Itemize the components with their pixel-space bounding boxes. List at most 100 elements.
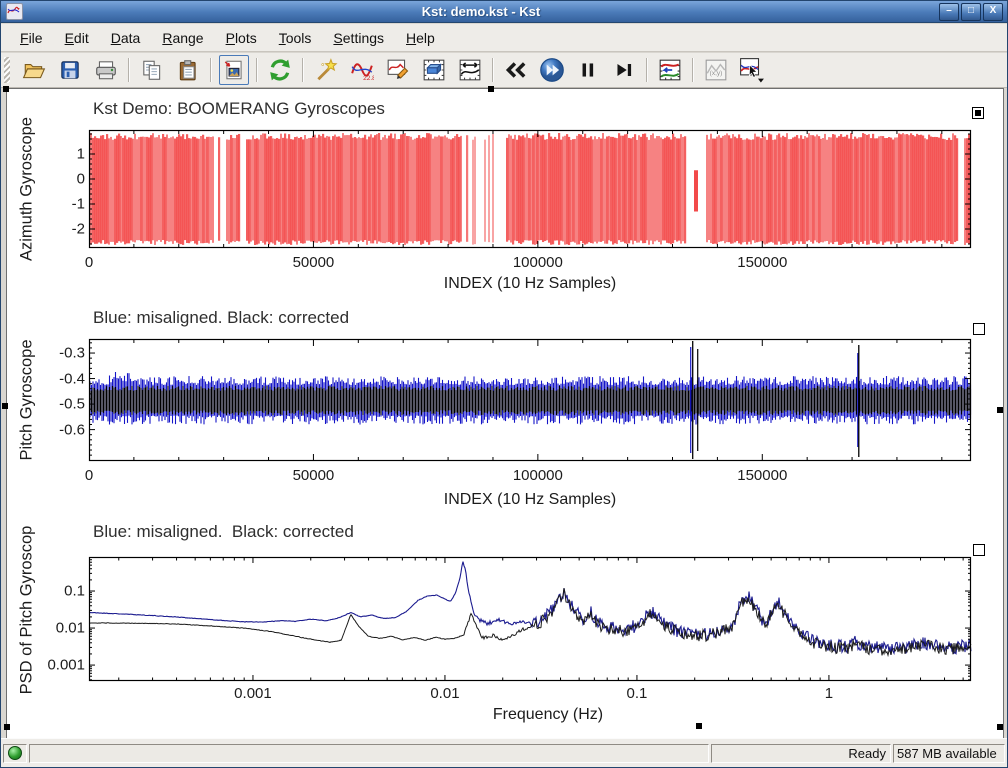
reload-data-button[interactable] <box>265 55 295 85</box>
plot-title: Blue: misaligned. Black: corrected <box>93 522 354 542</box>
open-button[interactable] <box>19 55 49 85</box>
data-mode-box-button[interactable] <box>419 55 449 85</box>
paste-button[interactable] <box>173 55 203 85</box>
menu-file[interactable]: File <box>9 26 54 50</box>
zoom-x-span-button[interactable] <box>455 55 485 85</box>
toolbar-separator <box>302 58 304 82</box>
plot-focus-square[interactable] <box>973 544 985 556</box>
x-tick-label: 50000 <box>293 467 335 484</box>
xy-data-mode-button[interactable]: (x,y) <box>701 55 731 85</box>
y-axis-label: Azimuth Gyroscope <box>18 117 37 261</box>
x-span-icon <box>458 58 482 82</box>
print-button[interactable] <box>91 55 121 85</box>
y-tick-label: 0 <box>23 171 85 188</box>
menu-plots[interactable]: Plots <box>215 26 268 50</box>
close-button[interactable]: X <box>983 3 1003 21</box>
focus-dot <box>975 110 981 116</box>
plot-pencil-icon <box>386 58 410 82</box>
menu-settings[interactable]: Settings <box>322 26 395 50</box>
x-tick-label: 0 <box>85 254 93 271</box>
open-folder-icon <box>22 58 46 82</box>
plot-canvas[interactable]: Kst Demo: BOOMERANG Gyroscopes Azimuth Gy… <box>6 88 1004 739</box>
pause-icon <box>576 58 600 82</box>
plot-area-1[interactable] <box>89 130 971 248</box>
x-tick-label: 0 <box>85 467 93 484</box>
x-tick-label: 0.1 <box>627 685 648 702</box>
view-manager-button[interactable]: 22.8 <box>347 55 377 85</box>
toolbar-drag-handle[interactable] <box>4 57 10 83</box>
selection-handle[interactable] <box>997 407 1003 413</box>
y-tick-label: -0.6 <box>23 421 85 438</box>
tied-zoom-icon <box>658 58 682 82</box>
reload-icon <box>268 58 292 82</box>
status-ready-cell: Ready <box>711 744 891 763</box>
selection-handle[interactable] <box>696 723 702 729</box>
grid-box-icon <box>422 58 446 82</box>
menu-tools[interactable]: Tools <box>268 26 323 50</box>
plot-focus-square[interactable] <box>973 323 985 335</box>
menu-help[interactable]: Help <box>395 26 446 50</box>
export-image-button[interactable] <box>219 55 249 85</box>
menu-edit[interactable]: Edit <box>54 26 100 50</box>
y-tick-label: 0.001 <box>23 657 85 674</box>
x-axis-label: INDEX (10 Hz Samples) <box>444 275 617 293</box>
export-image-icon <box>222 58 246 82</box>
layout-mode-button[interactable] <box>737 55 767 85</box>
title-bar[interactable]: Kst: demo.kst - Kst – □ X <box>1 1 1007 23</box>
selection-handle[interactable] <box>2 403 8 409</box>
y-tick-label: 0.1 <box>23 583 85 600</box>
x-tick-label: 1 <box>825 685 833 702</box>
x-tick-label: 0.001 <box>234 685 272 702</box>
y-tick-label: 0.01 <box>23 620 85 637</box>
save-floppy-icon <box>58 58 82 82</box>
status-led-icon <box>8 746 22 760</box>
data-wizard-button[interactable] <box>311 55 341 85</box>
plot-title: Kst Demo: BOOMERANG Gyroscopes <box>93 99 385 119</box>
menu-bar: File Edit Data Range Plots Tools Setting… <box>1 24 1007 52</box>
printer-icon <box>94 58 118 82</box>
app-icon[interactable] <box>6 3 23 20</box>
y-tick-label: 1 <box>23 146 85 163</box>
rewind-button[interactable] <box>501 55 531 85</box>
x-tick-label: 150000 <box>737 254 787 271</box>
selection-handle[interactable] <box>3 86 9 92</box>
status-led-cell <box>3 744 27 763</box>
edit-plots-button[interactable] <box>383 55 413 85</box>
x-axis-label: INDEX (10 Hz Samples) <box>444 491 617 509</box>
magic-wand-icon <box>314 58 338 82</box>
plot-title: Blue: misaligned. Black: corrected <box>93 308 349 328</box>
y-tick-label: -0.5 <box>23 396 85 413</box>
plot-focus-square[interactable] <box>972 107 984 119</box>
selection-handle[interactable] <box>997 724 1003 730</box>
x-tick-label: 0.01 <box>430 685 459 702</box>
selection-handle[interactable] <box>4 724 10 730</box>
plot-area-3[interactable] <box>89 557 971 681</box>
step-forward-icon <box>612 58 636 82</box>
toolbar-separator <box>128 58 130 82</box>
pause-button[interactable] <box>573 55 603 85</box>
maximize-button[interactable]: □ <box>961 3 981 21</box>
y-tick-label: -0.3 <box>23 345 85 362</box>
toolbar-separator <box>256 58 258 82</box>
copy-button[interactable] <box>137 55 167 85</box>
step-forward-button[interactable] <box>609 55 639 85</box>
paste-clipboard-icon <box>176 58 200 82</box>
layout-mode-icon <box>739 57 765 83</box>
selection-handle[interactable] <box>488 86 494 92</box>
x-tick-label: 100000 <box>513 467 563 484</box>
play-button[interactable] <box>537 55 567 85</box>
menu-data[interactable]: Data <box>100 26 152 50</box>
toolbar-separator <box>646 58 648 82</box>
save-button[interactable] <box>55 55 85 85</box>
toolbar-separator <box>492 58 494 82</box>
copy-icon <box>140 58 164 82</box>
svg-text:(x,y): (x,y) <box>710 70 723 77</box>
menu-range[interactable]: Range <box>151 26 214 50</box>
tied-zoom-button[interactable] <box>655 55 685 85</box>
xy-mode-icon: (x,y) <box>704 58 728 82</box>
minimize-button[interactable]: – <box>939 3 959 21</box>
rewind-icon <box>504 58 528 82</box>
curves-badge-icon: 22.8 <box>350 58 374 82</box>
plot-area-2[interactable] <box>89 339 971 461</box>
status-bar: Ready 587 MB available <box>1 738 1007 767</box>
